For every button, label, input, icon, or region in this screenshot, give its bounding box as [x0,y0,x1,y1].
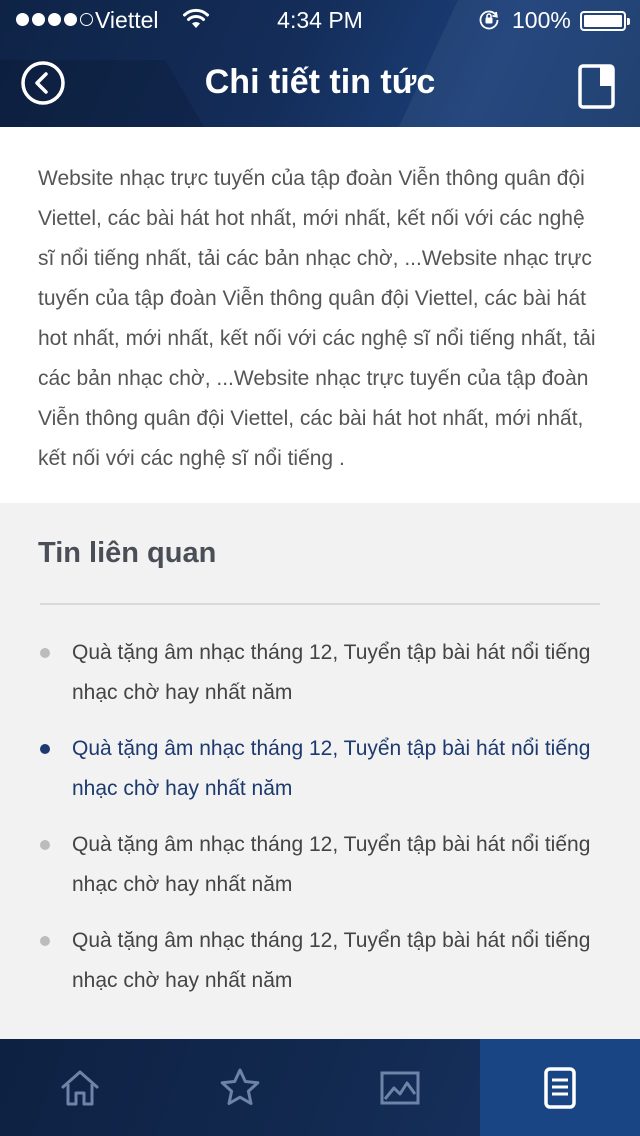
related-item-text: Quà tặng âm nhạc tháng 12, Tuyển tập bài… [72,737,591,800]
page-title: Chi tiết tin tức [204,63,436,101]
bullet-icon [40,744,50,754]
document-icon [578,64,615,109]
battery-icon [580,11,630,31]
related-item[interactable]: Quà tặng âm nhạc tháng 12, Tuyển tập bài… [40,921,600,1001]
tab-news[interactable] [480,1039,640,1136]
article-text: Website nhạc trực tuyến của tập đoàn Viễ… [38,167,596,470]
home-icon [61,1070,99,1105]
tab-favorites[interactable] [160,1039,320,1136]
related-item-text: Quà tặng âm nhạc tháng 12, Tuyển tập bài… [72,641,591,704]
related-item-text: Quà tặng âm nhạc tháng 12, Tuyển tập bài… [72,929,591,992]
star-icon [220,1068,260,1105]
tab-gallery[interactable] [320,1039,480,1136]
bullet-icon [40,840,50,850]
nav-header: Viettel 4:34 PM 100% Chi tiết tin tức [0,0,640,127]
tab-home[interactable] [0,1039,160,1136]
divider [40,603,600,605]
bullet-icon [40,648,50,658]
document-button[interactable] [576,62,618,112]
battery-percent: 100% [512,7,571,33]
image-icon [380,1071,420,1104]
related-section: Tin liên quan Quà tặng âm nhạc tháng 12,… [0,503,640,1039]
news-icon [544,1066,576,1109]
related-item[interactable]: Quà tặng âm nhạc tháng 12, Tuyển tập bài… [40,825,600,905]
related-title: Tin liên quan [38,537,217,569]
status-bar: Viettel 4:34 PM 100% [0,0,640,40]
bullet-icon [40,936,50,946]
rotation-lock-icon [479,10,499,30]
article-body: Website nhạc trực tuyến của tập đoàn Viễ… [0,127,640,503]
related-item-text: Quà tặng âm nhạc tháng 12, Tuyển tập bài… [72,833,591,896]
related-list: Quà tặng âm nhạc tháng 12, Tuyển tập bài… [40,633,600,1017]
related-item[interactable]: Quà tặng âm nhạc tháng 12, Tuyển tập bài… [40,633,600,713]
related-item-active[interactable]: Quà tặng âm nhạc tháng 12, Tuyển tập bài… [40,729,600,809]
tab-bar [0,1039,640,1136]
